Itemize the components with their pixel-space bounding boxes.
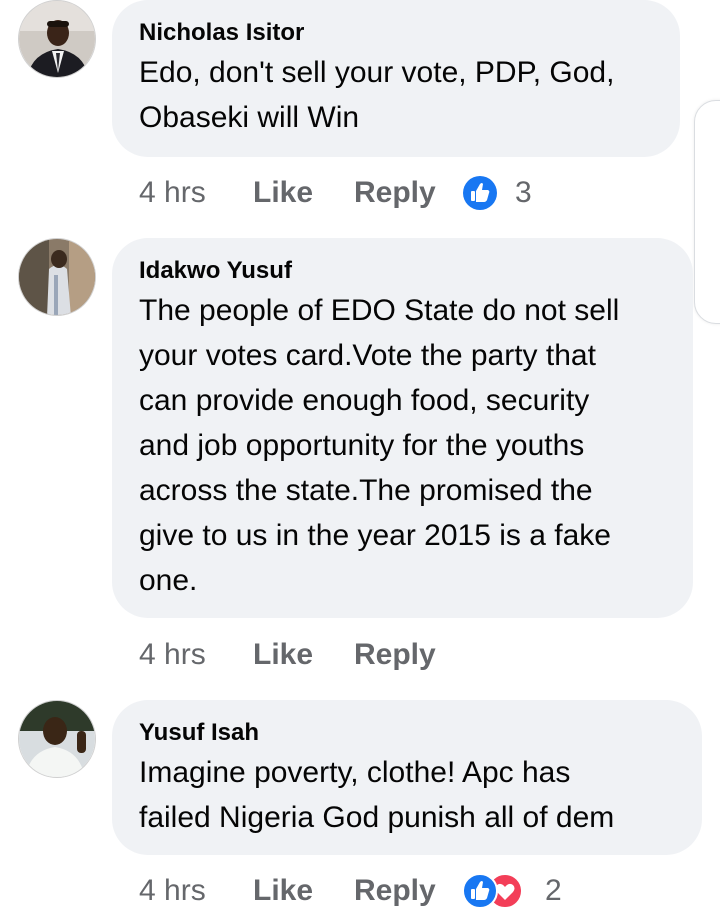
avatar-photo [19, 239, 95, 315]
reaction-summary[interactable]: 2 [462, 873, 572, 909]
reaction-count: 3 [515, 176, 532, 209]
like-button[interactable]: Like [253, 171, 313, 215]
comment-text: Edo, don't sell your vote, PDP, God, Oba… [139, 56, 615, 134]
comment-bubble: Idakwo Yusuf The people of EDO State do … [112, 238, 693, 618]
comment-actions: 4 hrs Like Reply 2 [139, 869, 699, 913]
comment-timestamp[interactable]: 4 hrs [139, 171, 206, 215]
comment-timestamp[interactable]: 4 hrs [139, 869, 206, 913]
avatar[interactable] [18, 700, 96, 778]
comment-actions: 4 hrs Like Reply 3 [139, 171, 699, 215]
comment-bubble: Nicholas Isitor Edo, don't sell your vot… [112, 0, 680, 157]
reply-button[interactable]: Reply [354, 869, 436, 913]
comment-text: The people of EDO State do not sell your… [139, 294, 620, 597]
like-button[interactable]: Like [253, 633, 313, 677]
reply-button[interactable]: Reply [354, 633, 436, 677]
like-icon [463, 176, 497, 210]
reply-button[interactable]: Reply [354, 171, 436, 215]
comment-actions: 4 hrs Like Reply [139, 633, 699, 677]
reaction-count: 2 [545, 874, 562, 907]
avatar-photo [19, 701, 95, 777]
comment-timestamp[interactable]: 4 hrs [139, 633, 206, 677]
like-button[interactable]: Like [253, 869, 313, 913]
comment-text: Imagine poverty, clothe! Apc has failed … [139, 756, 615, 834]
avatar-photo [19, 1, 95, 77]
like-icon [462, 873, 498, 909]
avatar[interactable] [18, 238, 96, 316]
comment-author[interactable]: Nicholas Isitor [139, 16, 654, 50]
comment-bubble: Yusuf Isah Imagine poverty, clothe! Apc … [112, 700, 702, 855]
comment-author[interactable]: Yusuf Isah [139, 716, 676, 750]
reaction-summary[interactable]: 3 [462, 175, 542, 211]
avatar[interactable] [18, 0, 96, 78]
comment-author[interactable]: Idakwo Yusuf [139, 254, 667, 288]
